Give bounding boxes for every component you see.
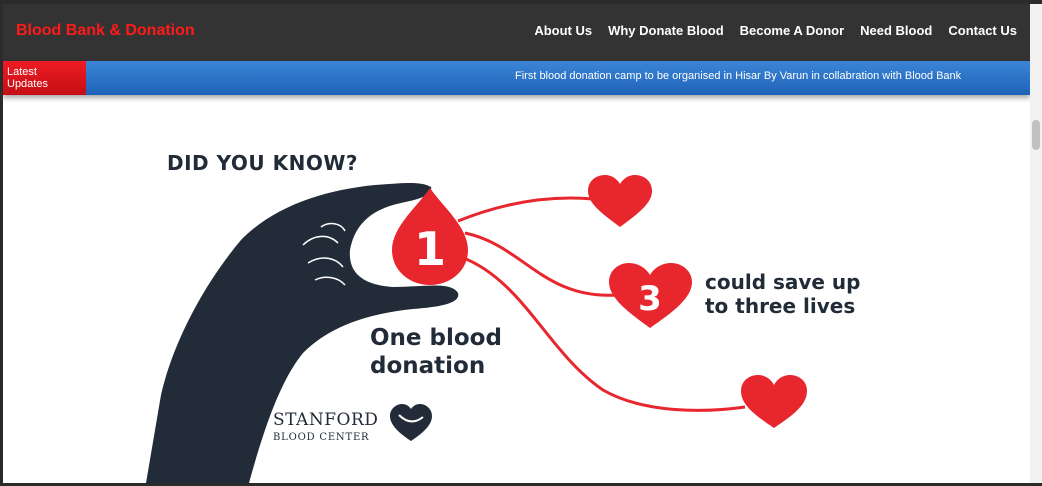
lives-text-line1: could save up [705, 270, 861, 294]
nav-menu: About Us Why Donate Blood Become A Donor… [534, 23, 1017, 38]
latest-updates-bar: Latest Updates First blood donation camp… [3, 61, 1030, 95]
latest-updates-label-line2: Updates [7, 78, 48, 90]
heart-bottom-icon [741, 375, 807, 428]
did-you-know-infographic: DID YOU KNOW? 1 3 could save up to three… [146, 151, 861, 483]
lives-text-line2: to three lives [705, 294, 855, 318]
heart-top-icon [588, 175, 652, 227]
infographic-heading: DID YOU KNOW? [167, 151, 358, 175]
blood-veins [457, 196, 746, 412]
heart-number: 3 [638, 279, 662, 319]
nav-about-us[interactable]: About Us [534, 23, 592, 38]
heart-middle-icon: 3 [609, 263, 692, 328]
latest-updates-label: Latest Updates [3, 61, 86, 95]
latest-updates-label-line1: Latest [7, 66, 37, 78]
browser-viewport: Blood Bank & Donation About Us Why Donat… [3, 4, 1030, 483]
logo-heart-icon [390, 404, 432, 441]
nav-need-blood[interactable]: Need Blood [860, 23, 932, 38]
vein-bottom [460, 255, 746, 412]
donation-caption-line2: donation [370, 353, 485, 379]
donation-caption-line1: One blood [370, 325, 502, 351]
logo-line2: BLOOD CENTER [273, 432, 369, 443]
blood-drop: 1 [392, 188, 468, 285]
stanford-blood-center-logo: STANFORD BLOOD CENTER [273, 404, 432, 443]
vein-middle [464, 231, 619, 297]
logo-line1: STANFORD [273, 410, 378, 430]
navbar: Blood Bank & Donation About Us Why Donat… [3, 4, 1030, 61]
brand-logo-link[interactable]: Blood Bank & Donation [16, 22, 195, 40]
nav-become-a-donor[interactable]: Become A Donor [740, 23, 845, 38]
updates-marquee-text[interactable]: First blood donation camp to be organise… [515, 70, 961, 82]
nav-why-donate-blood[interactable]: Why Donate Blood [608, 23, 724, 38]
nav-contact-us[interactable]: Contact Us [948, 23, 1017, 38]
page-scrollbar[interactable] [1030, 4, 1042, 483]
scrollbar-thumb[interactable] [1032, 120, 1040, 150]
vein-top [457, 196, 594, 223]
drop-number: 1 [414, 222, 446, 276]
